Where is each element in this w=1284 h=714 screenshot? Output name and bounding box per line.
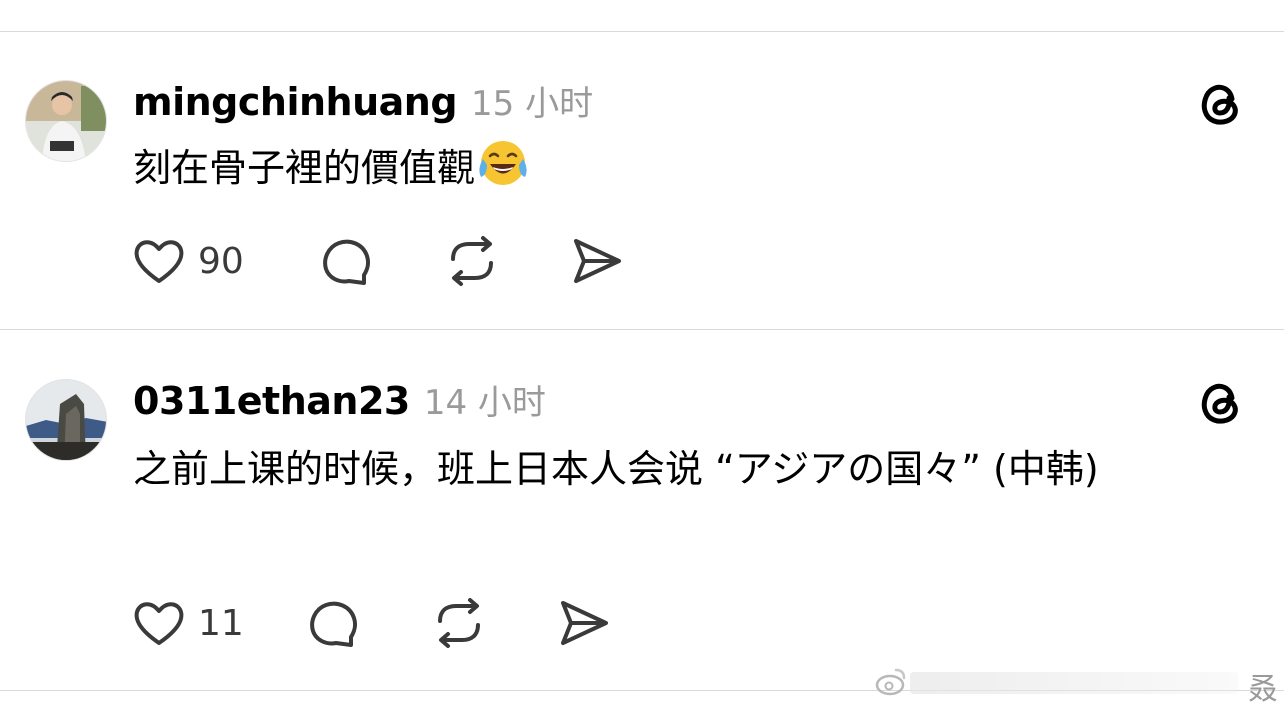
post-header: 0311ethan23 14 小时 [133, 375, 546, 424]
watermark-text: 叒 [1248, 672, 1278, 707]
post-text: 刻在骨子裡的價值觀 [133, 137, 1213, 199]
user-avatar[interactable] [25, 379, 107, 461]
divider [0, 329, 1284, 330]
threads-logo-icon[interactable] [1196, 78, 1246, 128]
comment-bubble-icon [323, 239, 370, 285]
username[interactable]: 0311ethan23 [133, 379, 410, 423]
user-avatar[interactable] [25, 80, 107, 162]
share-button[interactable] [557, 596, 611, 650]
like-button[interactable]: 11 [132, 596, 244, 650]
watermark-bar [910, 672, 1238, 694]
send-icon [574, 239, 621, 283]
timestamp: 14 小时 [423, 383, 546, 423]
heart-icon [134, 602, 184, 645]
timestamp: 15 小时 [471, 84, 594, 124]
divider [0, 31, 1284, 32]
weibo-logo-icon [875, 668, 906, 696]
post-header: mingchinhuang 15 小时 [133, 76, 593, 125]
post-text: 之前上课的时候，班上日本人会说 “アジアの国々” (中韩) [133, 438, 1213, 500]
threads-logo-icon[interactable] [1196, 377, 1246, 427]
threads-feed: mingchinhuang 15 小时 刻在骨子裡的價值觀 90 0311eth… [0, 0, 1284, 714]
like-count: 11 [198, 602, 244, 644]
heart-icon [134, 240, 184, 283]
repost-button[interactable] [445, 234, 499, 288]
repost-icon [438, 598, 480, 648]
reply-button[interactable] [320, 234, 372, 288]
watermark: 叒 [870, 662, 1284, 707]
repost-icon [451, 236, 493, 286]
username[interactable]: mingchinhuang [133, 80, 458, 124]
reply-button[interactable] [307, 596, 359, 650]
like-button[interactable]: 90 [132, 234, 244, 288]
send-icon [561, 601, 608, 645]
tears-of-joy-emoji-icon [477, 137, 529, 189]
share-button[interactable] [570, 234, 624, 288]
comment-bubble-icon [310, 601, 357, 647]
post-text-content: 刻在骨子裡的價值觀 [133, 146, 476, 190]
post-text-content: 之前上课的时候，班上日本人会说 “アジアの国々” (中韩) [133, 447, 1099, 491]
like-count: 90 [198, 240, 244, 282]
repost-button[interactable] [432, 596, 486, 650]
